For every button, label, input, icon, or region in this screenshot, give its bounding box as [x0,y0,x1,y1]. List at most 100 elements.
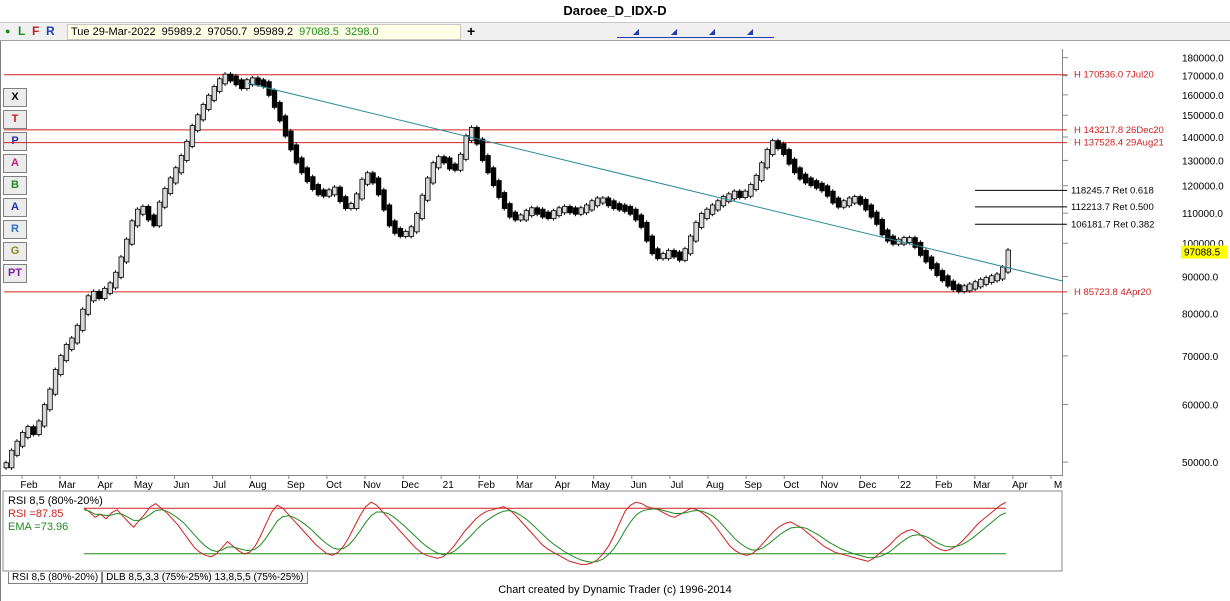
price-bar [863,198,869,211]
annotation-label: 112213.7 Ret 0.500 [1071,202,1154,213]
price-bar [660,253,666,260]
price-bar [934,263,940,276]
rsi-readout-value: 87.85 [35,508,64,520]
price-bar [310,176,316,190]
price-bar [25,426,31,438]
annotation-label: 118245.7 Ret 0.618 [1071,185,1154,196]
price-bar [107,282,113,294]
y-axis-line [1062,49,1063,476]
price-bar [337,186,343,203]
price-bar [540,208,546,218]
y-tick-label: 150000.0 [1182,111,1224,122]
price-bar [354,193,360,209]
price-bar [852,196,858,204]
y-tick-label: 70000.0 [1182,352,1219,363]
annotation-label: H 143217.8 26Dec20 [1074,125,1164,136]
price-bar [573,207,579,215]
price-bar [96,290,102,299]
price-bar [792,158,798,174]
price-bar [381,189,387,211]
x-tick-label: Apr [1012,480,1028,491]
x-tick-label: Sep [287,480,305,491]
price-bar [786,149,792,165]
price-bar [74,324,81,344]
price-bar [113,271,119,289]
price-bar [469,126,475,142]
price-bar [649,235,655,255]
price-bar [30,426,37,435]
y-tick-label: 130000.0 [1182,156,1224,167]
price-bar [737,190,743,198]
price-bar [375,177,382,196]
x-tick-label: Jun [173,480,189,491]
price-bar [857,196,864,205]
price-bar [315,184,321,196]
price-bar [1000,266,1006,280]
price-bar [288,130,294,151]
price-bar [140,205,146,215]
price-bar [69,337,75,350]
price-bar [923,249,929,263]
price-bar [748,184,754,197]
x-tick-label: Aug [706,480,724,491]
price-bar [545,211,551,219]
x-tick-label: Apr [555,480,571,491]
price-bars [3,72,1011,470]
rsi-line [83,501,1007,565]
price-bar [989,275,995,283]
price-bar [217,78,223,92]
x-tick-label: Jun [631,480,647,491]
x-tick-label: Feb [478,480,496,491]
x-tick-label: 21 [443,480,455,491]
price-bar [523,210,530,221]
ema-readout-value: 73.96 [40,521,69,533]
price-bar [950,280,957,291]
price-bar [961,285,968,292]
rsi-title: RSI 8,5 (80%-20%) [8,495,103,507]
price-bar [819,182,825,192]
price-bar [956,284,962,292]
price-bar [562,205,568,214]
annotation-label: H 170536.0 7Jul20 [1074,70,1154,81]
price-bar [156,201,163,227]
price-bar [348,203,354,209]
indicator-tabs: RSI 8,5 (80%-20%) DLB 8,5,3,3 (75%-25%) 1… [8,572,308,584]
x-tick-label: 22 [900,480,912,491]
price-bar [704,208,710,219]
price-bar [518,214,524,221]
price-bar [644,221,650,242]
price-bar [386,204,393,227]
price-bar [447,157,453,170]
price-bar [58,355,64,376]
price-bar [972,281,979,290]
price-bar [600,197,606,204]
price-bar [364,172,371,185]
price-bar [403,230,409,237]
tab-rsi[interactable]: RSI 8,5 (80%-20%) [8,572,103,584]
price-bar [200,103,207,121]
price-bar [151,214,157,227]
y-tick-label: 60000.0 [1182,401,1219,412]
price-bar [206,94,212,110]
price-bar [501,192,508,209]
price-bar [709,204,716,215]
price-bar [36,420,42,435]
x-tick-label: M [1054,480,1062,491]
price-bar [91,290,97,302]
price-bar [655,248,661,260]
price-bar [293,144,300,164]
price-bar [551,210,557,219]
price-bar [41,404,48,427]
x-tick-label: Oct [326,480,342,491]
x-axis-line [0,475,1062,476]
price-bar [222,73,228,85]
price-bar [512,211,519,221]
price-bar [145,205,152,221]
price-bar [255,77,261,86]
price-bar [759,162,765,181]
tab-dlb[interactable]: DLB 8,5,3,3 (75%-25%) 13,8,5,5 (75%-25%) [102,572,308,584]
price-bar [808,177,814,186]
price-bar [271,89,278,108]
price-bar [124,238,130,263]
price-bar [764,149,770,169]
